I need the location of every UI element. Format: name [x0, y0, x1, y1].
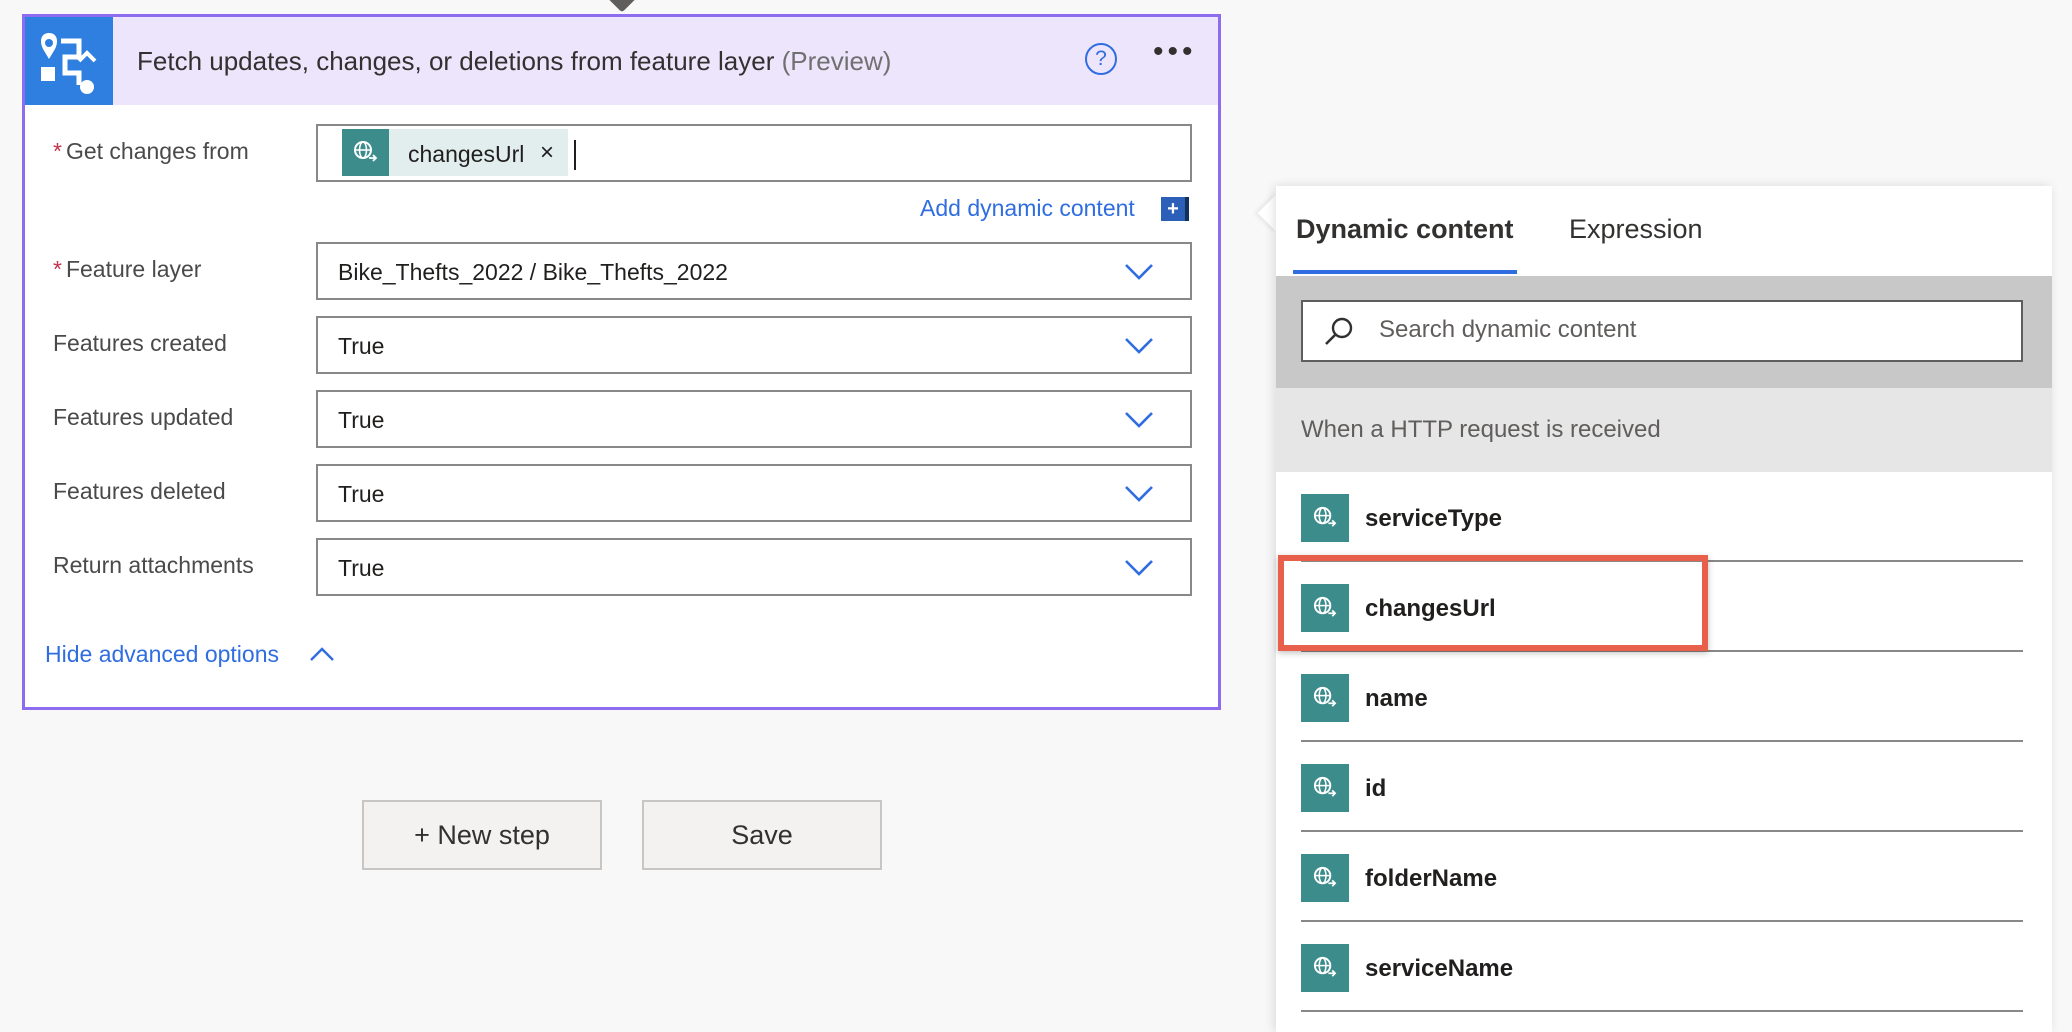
chevron-down-icon[interactable]: [1124, 558, 1154, 578]
feature-layer-icon: [25, 17, 113, 105]
new-step-button[interactable]: + New step: [362, 800, 602, 870]
dynamic-item-servicename[interactable]: serviceName: [1301, 922, 2023, 1012]
dynamic-item-label: serviceType: [1365, 505, 1502, 532]
return-attachments-label: Return attachments: [53, 552, 254, 578]
required-marker: *: [53, 138, 62, 164]
tab-dynamic-content[interactable]: Dynamic content: [1296, 214, 1514, 245]
dynamic-item-name[interactable]: name: [1301, 652, 2023, 742]
get-changes-label: * Get changes from: [53, 138, 249, 164]
chevron-up-icon[interactable]: [309, 645, 335, 663]
feature-layer-value: Bike_Thefts_2022 / Bike_Thefts_2022: [338, 259, 728, 285]
globe-icon: [342, 129, 389, 176]
features-deleted-value: True: [338, 481, 385, 507]
dynamic-item-label: id: [1365, 775, 1387, 802]
card-title: Fetch updates, changes, or deletions fro…: [137, 46, 891, 77]
section-title: When a HTTP request is received: [1301, 416, 1661, 443]
search-box[interactable]: [1301, 300, 2023, 362]
dynamic-item-servicetype[interactable]: serviceType: [1301, 472, 2023, 562]
globe-icon: [1301, 764, 1349, 812]
chevron-down-icon[interactable]: [1124, 410, 1154, 430]
preview-label: (Preview): [781, 46, 892, 76]
features-updated-select[interactable]: True: [316, 390, 1192, 448]
connector-arrow-icon: [606, 0, 638, 13]
features-deleted-label: Features deleted: [53, 478, 226, 504]
token-label: changesUrl: [408, 141, 525, 167]
save-button[interactable]: Save: [642, 800, 882, 870]
chevron-down-icon[interactable]: [1124, 484, 1154, 504]
globe-icon: [1301, 674, 1349, 722]
features-created-select[interactable]: True: [316, 316, 1192, 374]
more-options-icon[interactable]: •••: [1153, 37, 1203, 77]
globe-icon: [1301, 494, 1349, 542]
feature-layer-select[interactable]: Bike_Thefts_2022 / Bike_Thefts_2022: [316, 242, 1192, 300]
token-close-icon[interactable]: ×: [540, 139, 554, 167]
section-header[interactable]: When a HTTP request is received: [1276, 388, 2052, 472]
changesurl-token[interactable]: changesUrl ×: [342, 129, 568, 176]
text-caret: [574, 140, 576, 170]
dynamic-item-label: name: [1365, 685, 1428, 712]
return-attachments-value: True: [338, 555, 385, 581]
add-dynamic-content-icon[interactable]: +: [1161, 197, 1189, 221]
card-title-text: Fetch updates, changes, or deletions fro…: [137, 46, 775, 76]
dynamic-item-label: folderName: [1365, 865, 1498, 892]
dynamic-item-id[interactable]: id: [1301, 742, 2023, 832]
help-icon[interactable]: ?: [1085, 43, 1117, 75]
required-marker: *: [53, 256, 62, 282]
search-band: [1276, 276, 2052, 388]
dynamic-item-foldername[interactable]: folderName: [1301, 832, 2023, 922]
hide-advanced-options-link[interactable]: Hide advanced options: [45, 641, 279, 668]
highlight-annotation: [1278, 555, 1708, 651]
action-card: Fetch updates, changes, or deletions fro…: [22, 14, 1221, 710]
return-attachments-select[interactable]: True: [316, 538, 1192, 596]
chevron-down-icon[interactable]: [1124, 262, 1154, 282]
tab-expression[interactable]: Expression: [1569, 214, 1703, 245]
active-tab-underline: [1293, 270, 1517, 274]
get-changes-input[interactable]: changesUrl ×: [316, 124, 1192, 182]
features-deleted-select[interactable]: True: [316, 464, 1192, 522]
add-dynamic-content-link[interactable]: Add dynamic content: [920, 195, 1135, 222]
features-created-label: Features created: [53, 330, 227, 356]
feature-layer-label: * Feature layer: [53, 256, 202, 282]
card-header[interactable]: Fetch updates, changes, or deletions fro…: [25, 17, 1218, 105]
search-input[interactable]: [1379, 316, 1999, 344]
features-updated-label: Features updated: [53, 404, 234, 430]
globe-icon: [1301, 854, 1349, 902]
globe-icon: [1301, 944, 1349, 992]
chevron-down-icon[interactable]: [1124, 336, 1154, 356]
features-created-value: True: [338, 333, 385, 359]
search-icon: [1325, 317, 1353, 345]
dynamic-item-label: serviceName: [1365, 955, 1514, 982]
features-updated-value: True: [338, 407, 385, 433]
